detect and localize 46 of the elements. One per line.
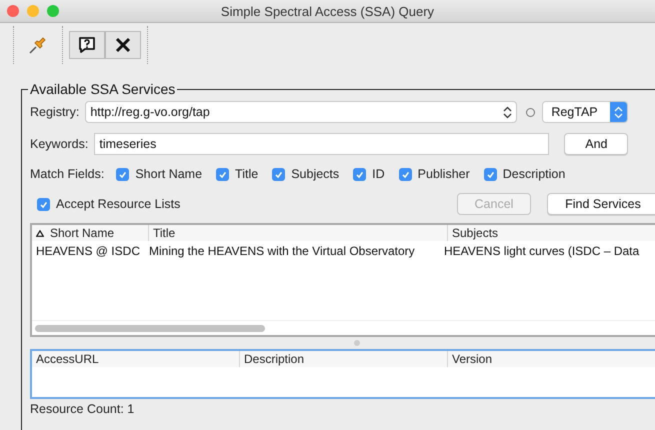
checkbox-label: Description [502, 167, 566, 181]
checkbox[interactable] [272, 168, 286, 180]
column-header[interactable]: Short Name [32, 225, 148, 241]
table-cell: Mining the HEAVENS with the Virtual Observatory [149, 244, 415, 258]
checkbox-label: Publisher [418, 167, 470, 181]
registry-label: Registry: [30, 105, 80, 119]
column-header[interactable]: Subjects [447, 225, 655, 241]
registry-combo[interactable]: http://reg.g-vo.org/tap [85, 101, 518, 123]
keywords-label: Keywords: [30, 137, 88, 151]
sort-icon [36, 230, 44, 236]
find-services-button[interactable]: Find Services [547, 193, 655, 215]
checkbox-label: Subjects [291, 167, 340, 181]
column-header[interactable]: AccessURL [32, 351, 239, 367]
checkbox[interactable] [37, 198, 50, 210]
checkbox[interactable] [116, 168, 130, 180]
checkbox-label: ID [372, 167, 385, 181]
radio-button[interactable] [526, 108, 536, 116]
checkbox[interactable] [484, 168, 497, 180]
close-window-button[interactable] [7, 5, 19, 17]
checkbox[interactable] [353, 168, 366, 180]
column-header[interactable]: Title [148, 225, 447, 241]
splitter-handle[interactable] [354, 340, 360, 346]
help-button[interactable] [69, 31, 105, 59]
checkbox-label: Accept Resource Lists [56, 197, 180, 211]
zoom-window-button[interactable] [47, 5, 59, 17]
scrollbar-thumb[interactable] [35, 324, 265, 332]
resource-count: Resource Count: 1 [30, 402, 136, 416]
checkbox[interactable] [216, 168, 230, 180]
table-cell: HEAVENS @ ISDC [36, 244, 140, 258]
help-icon [78, 36, 96, 54]
close-button[interactable] [105, 31, 141, 59]
protocol-select[interactable]: RegTAP [542, 101, 628, 123]
window-title: Simple Spectral Access (SSA) Query [220, 4, 434, 18]
checkbox[interactable] [398, 168, 412, 180]
match-fields-label: Match Fields: [30, 167, 104, 181]
group-title: Available SSA Services [29, 81, 176, 97]
updown-icon [614, 106, 624, 118]
checkbox-label: Short Name [135, 167, 202, 181]
keywords-field[interactable]: timeseries [94, 133, 550, 155]
table-cell: HEAVENS light curves (ISDC – Data [444, 244, 640, 258]
column-header[interactable]: Version [447, 351, 655, 367]
column-header[interactable]: Description [239, 351, 447, 367]
and-button[interactable]: And [564, 133, 628, 155]
close-icon [115, 37, 131, 53]
checkbox-label: Title [235, 167, 258, 181]
updown-icon [503, 106, 512, 118]
